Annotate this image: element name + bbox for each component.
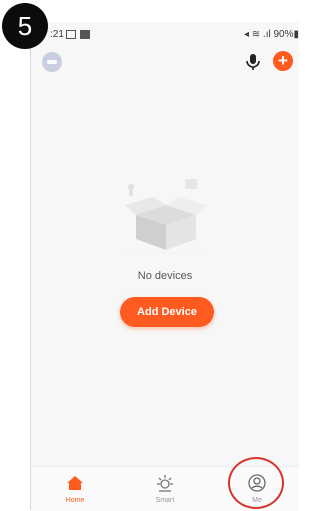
sun-icon	[157, 475, 173, 492]
tab-home[interactable]: Home	[45, 467, 105, 511]
phone-screen: :21 ◂ ≋ .ıl 90%▮ + No devices Add Device…	[30, 22, 299, 511]
tab-smart[interactable]: Smart	[135, 467, 195, 511]
top-bar: +	[31, 46, 299, 78]
add-plus-icon[interactable]: +	[273, 51, 293, 71]
image-notification-icon	[66, 30, 76, 39]
tab-smart-label: Smart	[155, 497, 175, 504]
me-tab-highlight-circle	[228, 457, 284, 509]
home-icon	[67, 476, 83, 490]
add-device-button[interactable]: Add Device	[120, 297, 214, 327]
status-bar: :21 ◂ ≋ .ıl 90%▮	[31, 22, 299, 46]
tab-home-label: Home	[65, 497, 85, 504]
step-number-badge: 5	[2, 3, 48, 49]
status-time: :21	[50, 29, 64, 40]
app-notification-icon	[80, 30, 90, 39]
empty-box-illustration	[101, 179, 231, 255]
home-avatar-icon[interactable]	[42, 52, 62, 72]
no-devices-text: No devices	[137, 270, 193, 282]
status-indicators: ◂ ≋ .ıl 90%▮	[243, 29, 299, 40]
microphone-icon[interactable]	[242, 51, 264, 73]
